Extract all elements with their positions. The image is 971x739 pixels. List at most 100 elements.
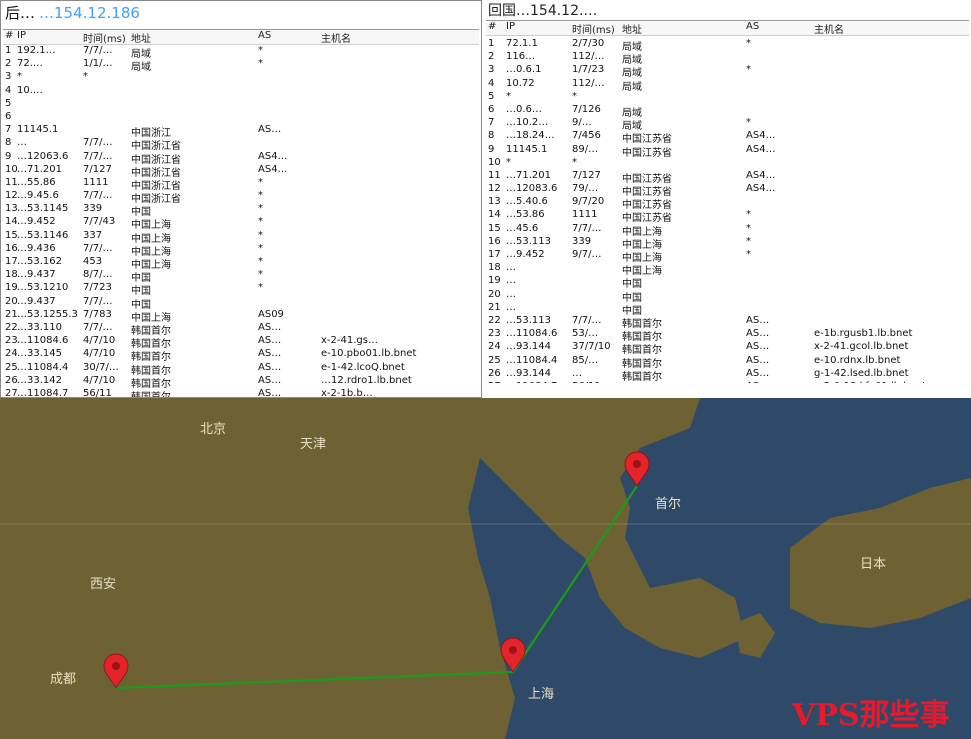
table-cell: 11145.1 xyxy=(17,124,59,136)
table-row[interactable]: 24 …93.144 37/7/10 韩国首尔 AS… x-2-41.gcol.lb.bn… xyxy=(486,341,969,356)
table-cell: …9.45.6 xyxy=(17,190,59,202)
col-hop[interactable]: # xyxy=(488,21,496,32)
table-row[interactable]: 24 …33.145 4/7/10 韩国首尔 AS… e-10.pbo01.lb.bnet xyxy=(3,348,479,363)
table-row[interactable]: 22 …33.110 7/7/… 韩国首尔 AS… xyxy=(3,322,479,337)
table-row[interactable]: 17 …53.162 453 中国上海 * xyxy=(3,256,479,271)
table-cell: … xyxy=(506,288,516,300)
table-cell: 7 xyxy=(5,124,12,136)
table-cell: * xyxy=(258,256,263,267)
table-row[interactable]: 13 …53.1145 339 中国 * xyxy=(3,203,479,218)
table-row[interactable]: 6 …0.6… 7/126 局域 xyxy=(486,104,969,119)
table-row[interactable]: 7 11145.1 中国浙江 AS… xyxy=(3,124,479,139)
table-row[interactable]: 3 * * xyxy=(3,71,479,84)
table-row[interactable]: 2 72.… 1/1/… 局域 * xyxy=(3,58,479,73)
table-cell: 18 xyxy=(488,262,501,274)
col-ip[interactable]: IP xyxy=(506,21,515,32)
table-cell: 11145.1 xyxy=(506,143,548,155)
table-row[interactable]: 1 192.1… 7/7/… 局域 * xyxy=(3,45,479,60)
col-time[interactable]: 时间(ms) xyxy=(83,30,126,45)
table-cell: 2 xyxy=(488,51,495,63)
table-row[interactable]: 12 …9.45.6 7/7/… 中国浙江省 * xyxy=(3,190,479,205)
col-location[interactable]: 地址 xyxy=(131,30,151,45)
route-map: 北京 天津 西安 成都 上海 首尔 日本 xyxy=(0,398,971,739)
table-row[interactable]: 27 …11084.7 56/11 韩国首尔 AS… e-2-0-13.kfe01.lb.… xyxy=(486,381,969,383)
watermark-logo: VPS那些事 xyxy=(792,698,950,733)
table-row[interactable]: 25 …11084.4 85/… 韩国首尔 AS… e-10.rdnx.lb.bnet xyxy=(486,354,969,370)
table-row[interactable]: 26 …93.144 … 韩国首尔 AS… g-1-42.lsed.lb.bnet xyxy=(486,368,969,383)
table-row[interactable]: 11 …55.86 1111 中国浙江省 * xyxy=(3,176,479,192)
table-cell: …12063.6 xyxy=(17,150,69,162)
table-cell: AS… xyxy=(258,124,282,136)
table-cell: 112/… xyxy=(572,77,605,89)
table-row[interactable]: 27 …11084.7 56/11 韩国首尔 AS… x-2-1b.b… xyxy=(3,388,479,397)
table-cell: …9.452 xyxy=(17,216,56,228)
table-row[interactable]: 18… 中国上海 xyxy=(486,262,969,277)
col-as[interactable]: AS xyxy=(258,30,271,41)
table-cell: 11 xyxy=(5,176,18,188)
col-as[interactable]: AS xyxy=(746,21,759,32)
table-cell: 12 xyxy=(5,190,18,202)
col-hostname[interactable]: 主机名 xyxy=(814,21,844,36)
table-row[interactable]: 21… 中国 xyxy=(486,302,969,317)
table-cell: e-1b.rgusb1.lb.bnet xyxy=(814,328,913,340)
map-land-china xyxy=(0,398,515,739)
table-row[interactable]: 21 …53.1255.3 7/783 中国上海 AS09 xyxy=(3,309,479,324)
col-location[interactable]: 地址 xyxy=(622,21,642,36)
table-cell: AS… xyxy=(746,354,770,366)
table-row[interactable]: 23 …11084.6 53/… 韩国首尔 AS… e-1b.rgusb1.lb.bnet xyxy=(486,328,969,343)
table-row[interactable]: 15 …45.6 7/7/… 中国上海 * xyxy=(486,223,969,238)
table-row[interactable]: 10 * * xyxy=(486,157,969,170)
table-row[interactable]: 20 …9.437 7/7/… 中国 xyxy=(3,295,479,311)
table-row[interactable]: 2 116… 112/… 局域 xyxy=(486,51,969,66)
map-label-xian: 西安 xyxy=(90,577,116,592)
table-cell: 24 xyxy=(488,341,501,353)
table-row[interactable]: 17 …9.452 9/7/… 中国上海 * xyxy=(486,249,969,264)
table-row[interactable]: 3 …0.6.1 1/7/23 局域 * xyxy=(486,64,969,79)
table-row[interactable]: 16 …9.436 7/7/… 中国上海 * xyxy=(3,242,479,258)
table-row[interactable]: 8… 7/7/… 中国浙江省 xyxy=(3,137,479,152)
table-row[interactable]: 4 10.72 112/… 局域 xyxy=(486,77,969,93)
table-row[interactable]: 16 …53.113 339 中国上海 * xyxy=(486,236,969,251)
table-row[interactable]: 10 …71.201 7/127 中国浙江省 AS4… xyxy=(3,164,479,179)
table-cell: 9/7/… xyxy=(572,249,602,260)
table-cell: …9.437 xyxy=(17,295,56,307)
table-row[interactable]: 18 …9.437 8/7/… 中国 * xyxy=(3,269,479,284)
table-row[interactable]: 1 72.1.1 2/7/30 局域 * xyxy=(486,38,969,53)
col-ip[interactable]: IP xyxy=(17,30,26,41)
table-cell: e-10.pbo01.lb.bnet xyxy=(321,348,417,360)
col-hop[interactable]: # xyxy=(5,30,13,41)
table-cell: 72.1.1 xyxy=(506,38,538,49)
table-row[interactable]: 23 …11084.6 4/7/10 韩国首尔 AS… x-2-41.gs… xyxy=(3,335,479,350)
table-row[interactable]: 8 …18.24… 7/456 中国江苏省 AS4… xyxy=(486,130,969,145)
table-row[interactable]: 15 …53.1146 337 中国上海 * xyxy=(3,229,479,245)
table-cell: 18 xyxy=(5,269,18,281)
table-cell: 337 xyxy=(83,229,103,241)
table-row[interactable]: 5 * * xyxy=(486,91,969,104)
table-cell: 20 xyxy=(488,288,501,300)
table-row[interactable]: 7 …10.2… 9/… 局域 * xyxy=(486,117,969,132)
table-cell: 116… xyxy=(506,51,536,63)
table-row[interactable]: 11 …71.201 7/127 中国江苏省 AS4… xyxy=(486,170,969,185)
table-row[interactable]: 14 …53.86 1111 中国江苏省 * xyxy=(486,209,969,224)
table-row[interactable]: 19… 中国 xyxy=(486,275,969,290)
table-row[interactable]: 9 11145.1 89/… 中国江苏省 AS4… xyxy=(486,143,969,159)
table-row[interactable]: 13 …5.40.6 9/7/20 中国江苏省 xyxy=(486,196,969,211)
table-row[interactable]: 12 …12083.6 79/… 中国江苏省 AS4… xyxy=(486,183,969,198)
table-row[interactable]: 14 …9.452 7/7/43 中国上海 * xyxy=(3,216,479,231)
table-cell: 10 xyxy=(488,156,501,168)
table-row[interactable]: 25 …11084.4 30/7/… 韩国首尔 AS… e-1-42.lcoQ.bnet xyxy=(3,362,479,377)
table-row[interactable]: 6 xyxy=(3,111,479,124)
table-row[interactable]: 9 …12063.6 7/7/… 中国浙江省 AS4… xyxy=(3,150,479,166)
table-row[interactable]: 5 xyxy=(3,98,479,111)
table-cell: * xyxy=(572,90,577,102)
col-time[interactable]: 时间(ms) xyxy=(572,21,615,36)
table-row[interactable]: 20… 中国 xyxy=(486,288,969,304)
col-hostname[interactable]: 主机名 xyxy=(321,30,351,45)
table-row[interactable]: 26 …33.142 4/7/10 韩国首尔 AS… …12.rdro1.lb.bnet xyxy=(3,375,479,390)
table-cell: …9.436 xyxy=(17,242,56,254)
table-cell: …9.452 xyxy=(506,249,545,260)
table-row[interactable]: 4 10.… xyxy=(3,85,479,98)
table-cell: …11084.6 xyxy=(17,335,69,347)
table-row[interactable]: 19 …53.1210 7/723 中国 * xyxy=(3,282,479,297)
table-row[interactable]: 22 …53.113 7/7/… 韩国首尔 AS… xyxy=(486,315,969,330)
